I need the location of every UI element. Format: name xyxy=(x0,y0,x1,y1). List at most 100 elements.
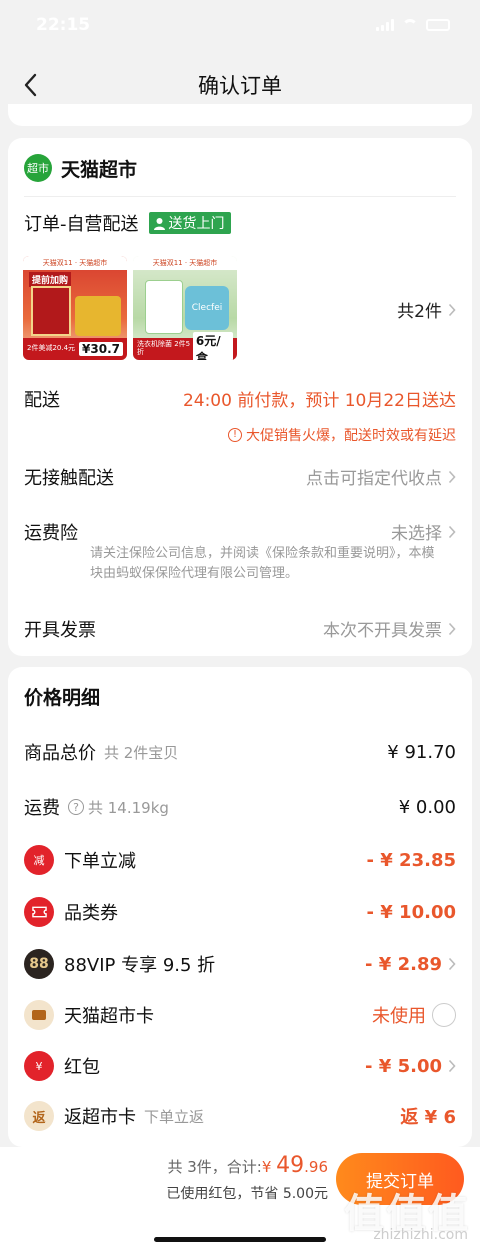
goods-total-label: 商品总价 xyxy=(24,743,96,764)
goods-total-row: 商品总价 共 2件宝贝 ¥ 91.70 xyxy=(24,735,456,769)
discount-icon: 减 xyxy=(24,845,54,875)
price-detail-card: 价格明细 商品总价 共 2件宝贝 ¥ 91.70 运费 ? 共 14.19kg … xyxy=(8,667,472,1147)
battery-icon xyxy=(426,19,450,31)
product-price-strip: 洗衣机除菌 2件5折 6元/盒 xyxy=(133,332,237,360)
help-icon[interactable]: ? xyxy=(68,799,84,815)
category-coupon-label: 品类券 xyxy=(64,903,118,924)
person-icon xyxy=(153,217,165,230)
chevron-right-icon xyxy=(448,957,456,971)
total-count: 共 3件， xyxy=(167,1158,227,1176)
delivery-badge-label: 送货上门 xyxy=(168,216,225,232)
total-label: 合计: xyxy=(226,1158,262,1176)
total-decimal: .96 xyxy=(304,1158,328,1176)
chevron-right-icon xyxy=(448,1059,456,1073)
product-box-image xyxy=(31,286,71,336)
product-promo-tag: 提前加购 xyxy=(29,272,72,287)
chevron-right-icon xyxy=(448,622,456,635)
shop-header[interactable]: 超市 天猫超市 xyxy=(24,154,137,182)
total-currency: ¥ xyxy=(261,1158,272,1176)
shipping-warning-text: 大促销售火爆，配送时效或有延迟 xyxy=(246,428,456,444)
back-button[interactable] xyxy=(18,70,42,100)
rebate-value: 返 ¥ 6 xyxy=(400,1107,456,1128)
vip-discount-value: - ¥ 2.89 xyxy=(365,953,442,975)
product-price: ¥30.7 xyxy=(79,342,123,356)
insurance-selector[interactable]: 未选择 xyxy=(391,519,456,544)
rebate-row: 返 返超市卡 下单立返 返 ¥ 6 xyxy=(24,1099,456,1133)
card-icon xyxy=(24,1000,54,1030)
invoice-value: 本次不开具发票 xyxy=(323,621,442,641)
invoice-label: 开具发票 xyxy=(24,620,96,641)
product-bottle-image xyxy=(145,280,183,334)
market-card-value-wrap: 未使用 xyxy=(372,1002,456,1028)
product-thumbnail[interactable]: 天猫双11 · 天猫超市 提前加购 2件美减20.4元 ¥30.7 xyxy=(23,256,127,360)
total-integer: 49 xyxy=(276,1153,305,1178)
order-type-row: 订单-自营配送 送货上门 xyxy=(24,210,231,236)
address-card-bottom xyxy=(8,104,472,126)
market-card-label: 天猫超市卡 xyxy=(64,1006,154,1027)
contactless-label: 无接触配送 xyxy=(24,468,114,489)
price-detail-title: 价格明细 xyxy=(24,687,101,709)
freight-value: ¥ 0.00 xyxy=(398,796,456,818)
vip-discount-label: 88VIP 专享 9.5 折 xyxy=(64,955,216,976)
red-packet-row[interactable]: ¥ 红包 - ¥ 5.00 xyxy=(24,1049,456,1083)
shipping-label: 配送 xyxy=(24,390,60,411)
product-promo-text: 2件美减20.4元 xyxy=(27,344,76,353)
product-promo-text: 洗衣机除菌 2件5折 xyxy=(137,340,191,356)
tmall-supermarket-logo: 超市 xyxy=(24,154,52,182)
product-price-strip: 2件美减20.4元 ¥30.7 xyxy=(23,338,127,360)
category-coupon-value: - ¥ 10.00 xyxy=(366,901,456,923)
warning-icon: ! xyxy=(228,428,242,442)
freight-label: 运费 xyxy=(24,798,60,819)
wifi-icon xyxy=(402,19,418,31)
card-shape xyxy=(32,1010,46,1020)
delivery-badge: 送货上门 xyxy=(148,212,231,234)
chevron-right-icon xyxy=(448,525,456,538)
insurance-note: 请关注保险公司信息，并阅读《保险条款和重要说明》，本模块由蚂蚁保保险代理有限公司… xyxy=(90,546,435,581)
product-box-image xyxy=(75,296,121,336)
red-packet-value-wrap: - ¥ 5.00 xyxy=(365,1056,456,1077)
shipping-warning: ! 大促销售火爆，配送时效或有延迟 xyxy=(228,425,456,445)
vip-discount-value-wrap: - ¥ 2.89 xyxy=(365,954,456,975)
insurance-value: 未选择 xyxy=(391,524,442,544)
market-card-row[interactable]: 天猫超市卡 未使用 xyxy=(24,998,456,1032)
instant-discount-label: 下单立减 xyxy=(64,851,136,872)
watermark-url: zhizhizhi.com xyxy=(373,1227,468,1243)
chevron-right-icon xyxy=(448,303,456,316)
page-title: 确认订单 xyxy=(198,74,282,98)
item-count-link[interactable]: 共2件 xyxy=(397,297,456,322)
freight-row: 运费 ? 共 14.19kg ¥ 0.00 xyxy=(24,790,456,824)
red-packet-value: - ¥ 5.00 xyxy=(365,1055,442,1077)
order-type-title: 订单-自营配送 xyxy=(24,214,139,235)
home-indicator xyxy=(154,1237,326,1242)
savings-text: 已使用红包，节省 5.00元 xyxy=(166,1186,328,1202)
chevron-right-icon xyxy=(448,470,456,483)
checkout-bar: 共 3件， 合计: ¥ 49.96 已使用红包，节省 5.00元 提交订单 值值… xyxy=(0,1147,480,1255)
instant-discount-value: - ¥ 23.85 xyxy=(366,849,456,871)
product-banner-text: 天猫双11 · 天猫超市 xyxy=(133,256,237,270)
rebate-sub: 下单立返 xyxy=(144,1107,205,1126)
contactless-selector[interactable]: 点击可指定代收点 xyxy=(306,464,456,489)
status-time: 22:15 xyxy=(36,15,91,35)
product-price: 6元/盒 xyxy=(192,332,233,360)
shipping-info: 24:00 前付款，预计 10月22日送达 xyxy=(182,391,456,411)
category-coupon-row: 品类券 - ¥ 10.00 xyxy=(24,895,456,929)
status-icons xyxy=(376,19,450,31)
item-count: 共2件 xyxy=(397,302,442,322)
invoice-selector[interactable]: 本次不开具发票 xyxy=(323,616,456,641)
market-card-value: 未使用 xyxy=(372,1006,426,1027)
product-thumbnail[interactable]: 天猫双11 · 天猫超市 Clecfei 洗衣机除菌 2件5折 6元/盒 xyxy=(133,256,237,360)
chevron-left-icon xyxy=(24,73,37,97)
total-line: 共 3件， 合计: ¥ 49.96 xyxy=(167,1153,328,1178)
freight-sub: ? 共 14.19kg xyxy=(68,797,169,818)
signal-icon xyxy=(376,19,394,31)
market-card-radio[interactable] xyxy=(432,1003,456,1027)
order-card: 超市 天猫超市 订单-自营配送 送货上门 天猫双11 · 天猫超市 提前加购 2… xyxy=(8,138,472,656)
ticket-icon xyxy=(31,906,47,918)
vip-discount-row[interactable]: 88 88VIP 专享 9.5 折 - ¥ 2.89 xyxy=(24,947,456,981)
freight-weight: 共 14.19kg xyxy=(88,798,169,817)
instant-discount-row: 减 下单立减 - ¥ 23.85 xyxy=(24,843,456,877)
rebate-icon: 返 xyxy=(24,1101,54,1131)
shop-name: 天猫超市 xyxy=(61,158,138,181)
coupon-icon xyxy=(24,897,54,927)
insurance-label: 运费险 xyxy=(24,523,78,544)
